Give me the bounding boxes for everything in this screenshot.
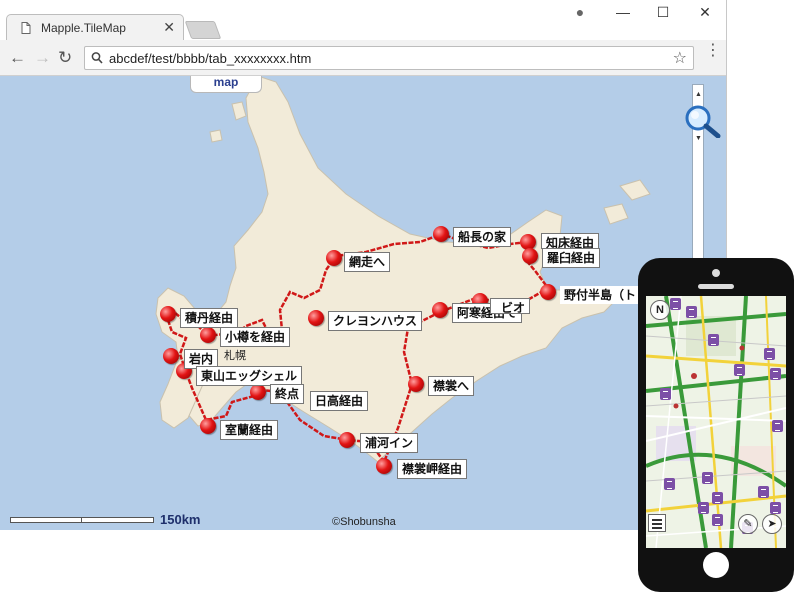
place-label-crayon-house[interactable]: クレヨンハウス <box>328 311 423 331</box>
poi-document-icon[interactable] <box>660 388 671 400</box>
compass-icon[interactable]: N <box>650 300 670 320</box>
place-label-otaru[interactable]: 小樽を経由 <box>220 327 291 347</box>
route-pin[interactable] <box>250 384 266 400</box>
phone-menu-icon[interactable] <box>648 514 666 532</box>
route-pin[interactable] <box>308 310 324 326</box>
address-bar[interactable]: abcdef/test/bbbb/tab_xxxxxxxx.htm ☆ <box>84 46 694 70</box>
poi-document-icon[interactable] <box>770 502 781 514</box>
tab-close-icon[interactable]: ✕ <box>163 19 175 36</box>
route-pin[interactable] <box>522 248 538 264</box>
phone-map-screen[interactable]: N ✎ ➤ <box>646 296 786 548</box>
route-pin[interactable] <box>433 226 449 242</box>
poi-document-icon[interactable] <box>764 348 775 360</box>
place-label-bio[interactable]: ビオ <box>490 298 531 314</box>
maximize-icon[interactable]: ☐ <box>648 4 678 22</box>
minimize-icon[interactable]: — <box>608 4 638 22</box>
place-label-cape-erimo[interactable]: 襟裳岬経由 <box>397 459 468 479</box>
route-pin[interactable] <box>160 306 176 322</box>
place-label-shiretoko[interactable]: 知床経由 <box>541 233 600 249</box>
back-icon[interactable]: ← <box>9 49 26 66</box>
browser-tab[interactable]: Mapple.TileMap ✕ <box>6 14 184 41</box>
forward-icon[interactable]: → <box>34 49 51 66</box>
place-label-muroran[interactable]: 室蘭経由 <box>220 420 279 440</box>
route-pin[interactable] <box>376 458 392 474</box>
place-label-erimo[interactable]: 襟裳へ <box>428 376 475 396</box>
poi-document-icon[interactable] <box>698 502 709 514</box>
poi-document-icon[interactable] <box>664 478 675 490</box>
map-tab[interactable]: map <box>190 76 262 93</box>
route-pin[interactable] <box>163 348 179 364</box>
place-label-urakawa[interactable]: 浦河イン <box>360 433 419 453</box>
tab-title: Mapple.TileMap <box>41 21 126 35</box>
smartphone: N ✎ ➤ <box>638 258 794 592</box>
poi-document-icon[interactable] <box>670 298 681 310</box>
poi-document-icon[interactable] <box>734 364 745 376</box>
bookmark-star-icon[interactable]: ☆ <box>673 48 687 68</box>
phone-speaker <box>698 284 734 289</box>
route-pin[interactable] <box>540 284 556 300</box>
phone-home-button[interactable] <box>703 552 729 578</box>
account-icon[interactable]: ● <box>565 4 595 22</box>
city-label-sapporo: 札幌 <box>224 350 246 362</box>
map-view[interactable]: map ▲ ▼ 網走へ 船長の家 知床経由 羅臼経由 野付半島（トド 積丹経由 … <box>0 76 726 530</box>
close-window-icon[interactable]: ✕ <box>690 4 720 22</box>
tab-strip: Mapple.TileMap ✕ ● — ☐ ✕ <box>0 0 726 41</box>
route-pin[interactable] <box>200 418 216 434</box>
url-text[interactable]: abcdef/test/bbbb/tab_xxxxxxxx.htm <box>109 51 311 66</box>
route-pin[interactable] <box>408 376 424 392</box>
zoom-in-arrow-icon[interactable]: ▲ <box>695 91 702 98</box>
route-pin[interactable] <box>326 250 342 266</box>
poi-document-icon[interactable] <box>772 420 783 432</box>
route-pin[interactable] <box>432 302 448 318</box>
place-label-higashiyama[interactable]: 東山エッグシェル <box>196 366 303 386</box>
phone-camera <box>712 269 720 277</box>
place-label-end-point[interactable]: 終点 <box>270 384 305 404</box>
magnifier-icon[interactable] <box>682 104 722 138</box>
browser-window: Mapple.TileMap ✕ ● — ☐ ✕ ← → ↻ abcdef/te… <box>0 0 727 530</box>
poi-document-icon[interactable] <box>770 368 781 380</box>
new-tab-button[interactable] <box>184 21 222 39</box>
poi-document-icon[interactable] <box>712 514 723 526</box>
scale-label: 150km <box>160 512 201 527</box>
place-label-captains-house[interactable]: 船長の家 <box>453 227 512 247</box>
copyright-text: ©Shobunsha <box>332 516 396 528</box>
poi-document-icon[interactable] <box>686 306 697 318</box>
place-label-rausu[interactable]: 羅臼経由 <box>542 248 601 268</box>
poi-document-icon[interactable] <box>702 472 713 484</box>
place-label-abashiri[interactable]: 網走へ <box>344 252 391 272</box>
place-label-hidaka[interactable]: 日高経由 <box>310 391 369 411</box>
pencil-icon[interactable]: ✎ <box>738 514 758 534</box>
route-pin[interactable] <box>200 327 216 343</box>
poi-document-icon[interactable] <box>758 486 769 498</box>
route-pin[interactable] <box>339 432 355 448</box>
poi-document-icon[interactable] <box>712 492 723 504</box>
browser-toolbar: ← → ↻ abcdef/test/bbbb/tab_xxxxxxxx.htm … <box>0 40 726 76</box>
search-icon <box>91 52 103 64</box>
navigation-arrow-icon[interactable]: ➤ <box>762 514 782 534</box>
poi-document-icon[interactable] <box>708 334 719 346</box>
place-label-shakotan[interactable]: 積丹経由 <box>180 308 239 328</box>
scale-bar <box>10 517 154 523</box>
menu-icon[interactable]: ⋮ <box>705 43 721 59</box>
reload-icon[interactable]: ↻ <box>58 49 72 66</box>
document-icon <box>21 22 31 34</box>
